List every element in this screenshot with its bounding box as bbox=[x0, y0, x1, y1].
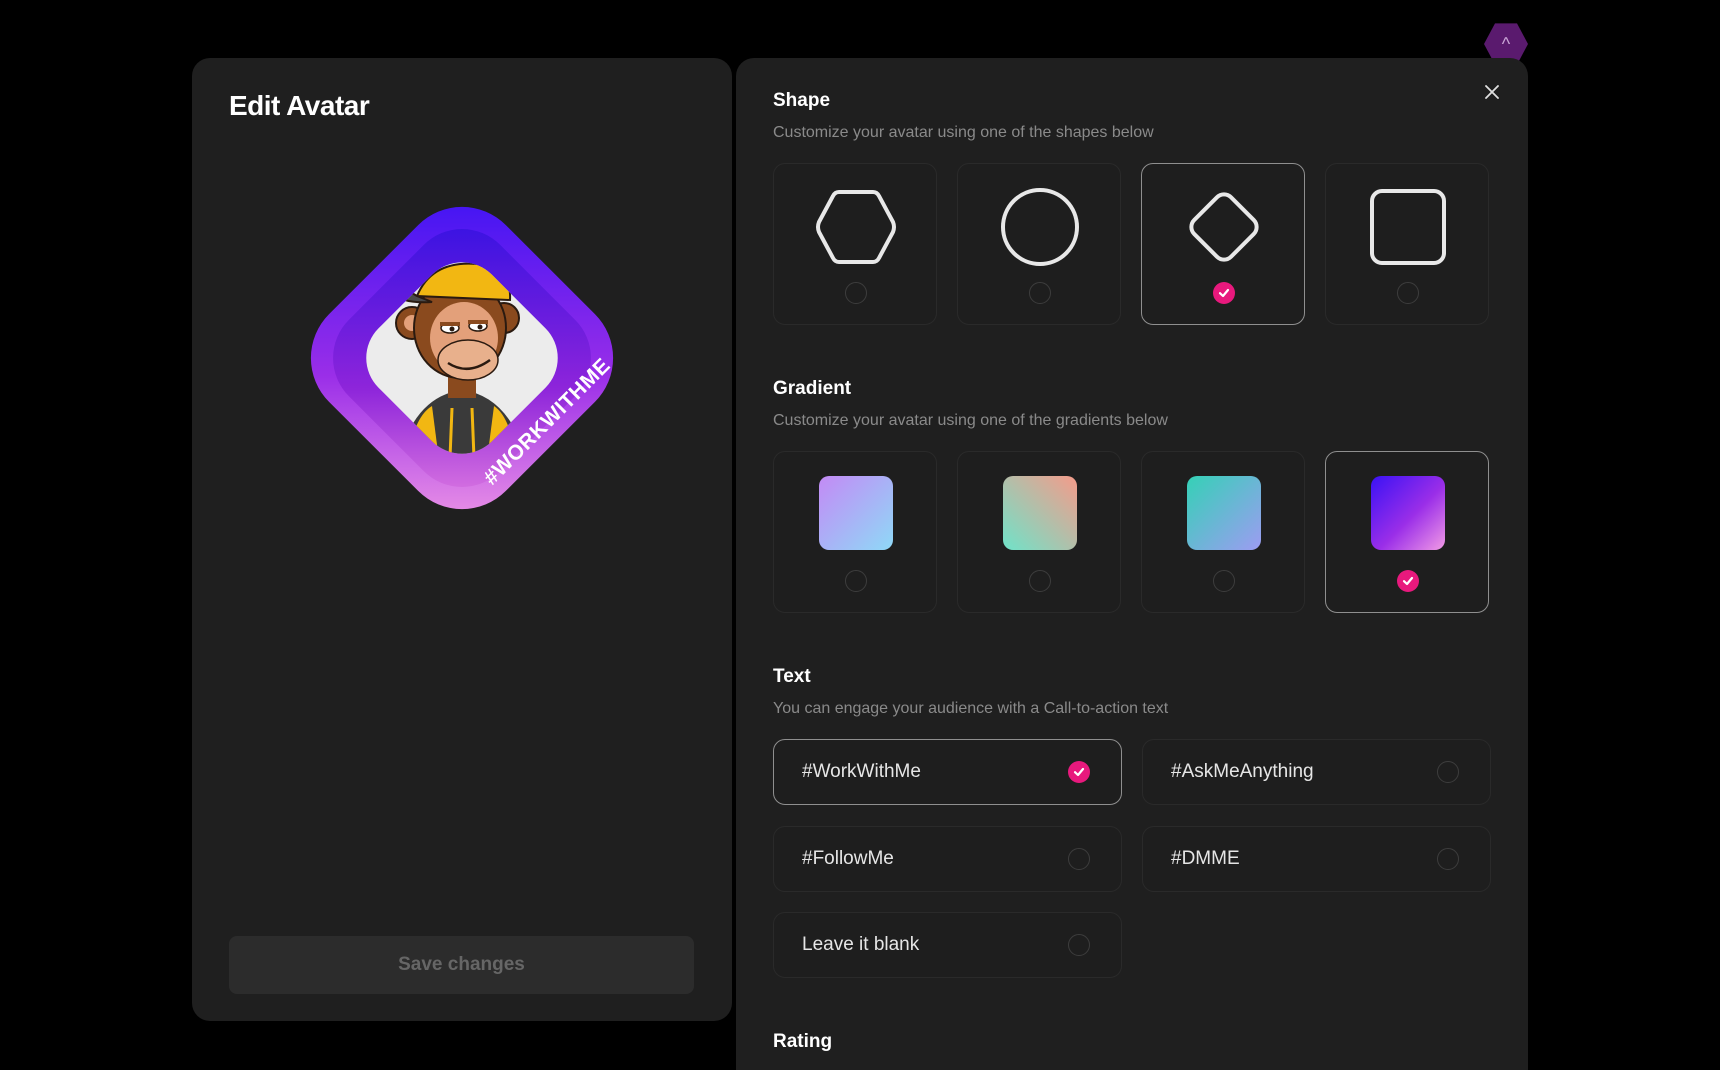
page-title: Edit Avatar bbox=[229, 90, 370, 121]
gradient-swatch bbox=[819, 476, 893, 550]
gradient-option-lavender-sky[interactable] bbox=[773, 451, 937, 613]
save-changes-button[interactable]: Save changes bbox=[229, 936, 694, 994]
text-radio[interactable] bbox=[1437, 848, 1459, 870]
shape-radio-diamond[interactable] bbox=[1213, 282, 1235, 304]
gradient-radio[interactable] bbox=[1397, 570, 1419, 592]
shape-option-square[interactable] bbox=[1325, 163, 1489, 325]
check-icon bbox=[1218, 288, 1230, 298]
gradient-radio[interactable] bbox=[1029, 570, 1051, 592]
text-option-askmeanything[interactable]: #AskMeAnything bbox=[1142, 739, 1491, 805]
text-option-label: #DMME bbox=[1171, 848, 1240, 869]
gradient-radio[interactable] bbox=[1213, 570, 1235, 592]
close-icon[interactable] bbox=[1482, 82, 1502, 102]
shape-radio-circle[interactable] bbox=[1029, 282, 1051, 304]
avatar-preview: #WORKWITHME bbox=[310, 206, 615, 510]
text-option-dmme[interactable]: #DMME bbox=[1142, 826, 1491, 892]
hexagon-icon bbox=[816, 190, 896, 264]
diamond-icon bbox=[1189, 192, 1259, 262]
avatar-preview-panel: Edit Avatar #WORKWITHME Save changes bbox=[192, 58, 732, 1021]
text-radio[interactable] bbox=[1437, 761, 1459, 783]
square-icon bbox=[1370, 189, 1446, 265]
gradient-radio[interactable] bbox=[845, 570, 867, 592]
shape-radio-square[interactable] bbox=[1397, 282, 1419, 304]
check-icon bbox=[1073, 767, 1085, 777]
text-radio[interactable] bbox=[1068, 934, 1090, 956]
text-option-followme[interactable]: #FollowMe bbox=[773, 826, 1122, 892]
shape-section-title: Shape bbox=[773, 90, 831, 111]
text-option-label: #WorkWithMe bbox=[802, 761, 921, 782]
text-section-title: Text bbox=[773, 666, 811, 687]
text-radio[interactable] bbox=[1068, 848, 1090, 870]
check-icon bbox=[1402, 576, 1414, 586]
gradient-option-indigo-violet[interactable] bbox=[1325, 451, 1489, 613]
text-section-description: You can engage your audience with a Call… bbox=[773, 700, 1169, 717]
text-option-label: Leave it blank bbox=[802, 934, 920, 955]
text-option-workwithme[interactable]: #WorkWithMe bbox=[773, 739, 1122, 805]
text-radio[interactable] bbox=[1068, 761, 1090, 783]
gradient-option-teal-periwinkle[interactable] bbox=[1141, 451, 1305, 613]
gradient-section-title: Gradient bbox=[773, 378, 852, 399]
shape-option-diamond[interactable] bbox=[1141, 163, 1305, 325]
circle-icon bbox=[1001, 188, 1079, 266]
shape-section-description: Customize your avatar using one of the s… bbox=[773, 124, 1154, 141]
gradient-swatch bbox=[1187, 476, 1261, 550]
chevron-up-icon: ^ bbox=[1501, 33, 1511, 54]
text-option-leave-blank[interactable]: Leave it blank bbox=[773, 912, 1122, 978]
rating-section-title: Rating bbox=[773, 1031, 833, 1052]
gradient-section-description: Customize your avatar using one of the g… bbox=[773, 412, 1168, 429]
screen: ^ Edit Avatar #WORKWITHME Save changes S… bbox=[0, 0, 1720, 1070]
gradient-swatch bbox=[1003, 476, 1077, 550]
shape-option-circle[interactable] bbox=[957, 163, 1121, 325]
gradient-option-peach-mint[interactable] bbox=[957, 451, 1121, 613]
gradient-options bbox=[773, 451, 1489, 613]
shape-radio-hexagon[interactable] bbox=[845, 282, 867, 304]
text-option-label: #AskMeAnything bbox=[1171, 761, 1314, 782]
gradient-swatch bbox=[1371, 476, 1445, 550]
customization-panel: Shape Customize your avatar using one of… bbox=[736, 58, 1528, 1070]
text-option-label: #FollowMe bbox=[802, 848, 894, 869]
shape-option-hexagon[interactable] bbox=[773, 163, 937, 325]
shape-options bbox=[773, 163, 1489, 325]
